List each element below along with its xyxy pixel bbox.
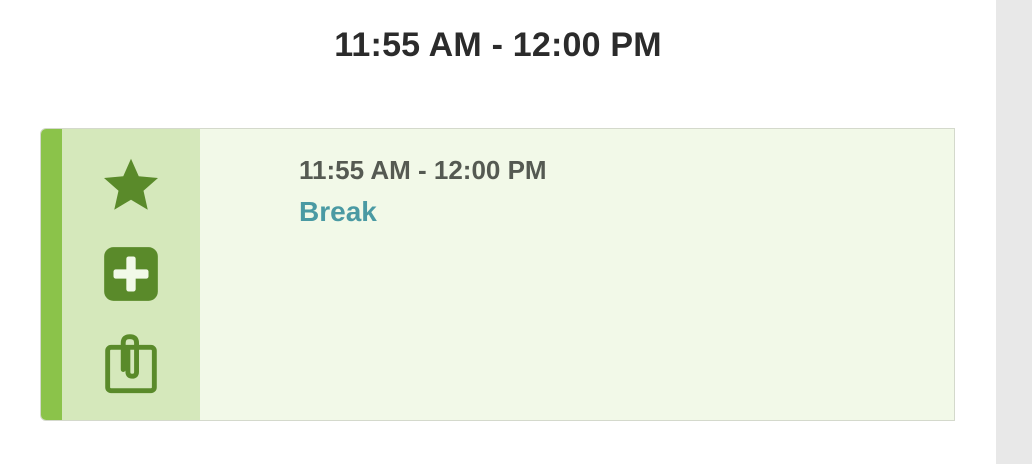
session-action-rail [62, 129, 200, 420]
time-slot-heading: 11:55 AM - 12:00 PM [334, 26, 662, 64]
session-time: 11:55 AM - 12:00 PM [299, 155, 547, 185]
session-card: 11:55 AM - 12:00 PM Break [40, 128, 955, 421]
agenda-page: 11:55 AM - 12:00 PM 11:55 AM - 12:00 PM … [0, 0, 1032, 464]
session-accent-bar [41, 129, 62, 420]
star-icon [104, 158, 158, 210]
add-to-schedule-button[interactable] [99, 242, 163, 306]
session-title-link[interactable]: Break [299, 196, 377, 228]
attachments-button[interactable] [99, 332, 163, 396]
scrollbar-track[interactable] [996, 0, 1032, 464]
paperclip-icon [105, 334, 157, 394]
favorite-button[interactable] [99, 154, 163, 218]
add-square-icon [104, 247, 158, 301]
